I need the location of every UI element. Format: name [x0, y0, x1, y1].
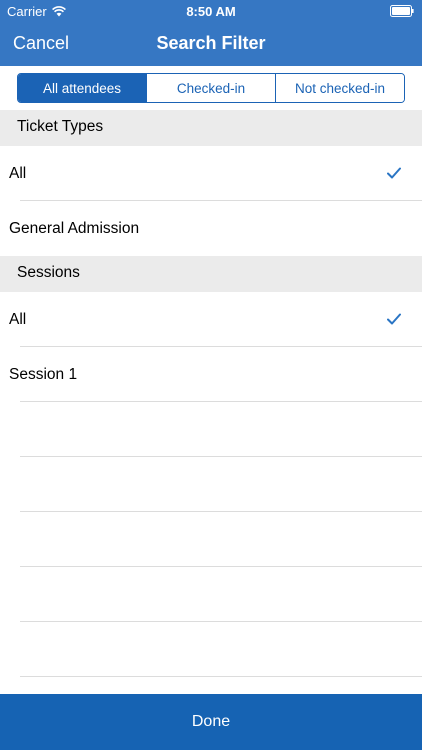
header: Carrier 8:50 AM Cancel Search Filter — [0, 0, 422, 66]
session-row-all[interactable]: All — [0, 292, 422, 347]
row-separator — [20, 566, 422, 567]
segment-checked-in[interactable]: Checked-in — [146, 74, 275, 102]
session-label: Session 1 — [9, 366, 78, 383]
ticket-type-row-all[interactable]: All — [0, 146, 422, 201]
session-row-session-1[interactable]: Session 1 — [0, 347, 422, 402]
ticket-type-label: General Admission — [9, 220, 140, 237]
ticket-type-row-general-admission[interactable]: General Admission — [0, 201, 422, 256]
checkmark-icon — [387, 167, 401, 179]
battery-icon — [390, 5, 414, 17]
section-header-sessions: Sessions — [0, 256, 422, 292]
carrier-label: Carrier — [7, 4, 47, 19]
carrier-indicator: Carrier — [7, 4, 66, 19]
row-separator — [20, 511, 422, 512]
row-separator — [20, 456, 422, 457]
session-label: All — [9, 311, 27, 328]
segment-all-attendees[interactable]: All attendees — [18, 74, 146, 102]
attendee-filter-area: All attendees Checked-in Not checked-in — [0, 66, 422, 110]
row-separator — [20, 621, 422, 622]
status-bar: Carrier 8:50 AM — [0, 0, 422, 22]
wifi-icon — [51, 6, 66, 17]
attendee-segmented-control: All attendees Checked-in Not checked-in — [17, 73, 405, 103]
row-separator — [20, 401, 422, 402]
nav-bar: Cancel Search Filter — [0, 22, 422, 66]
row-separator — [20, 676, 422, 677]
ticket-type-label: All — [9, 165, 27, 182]
done-label: Done — [191, 713, 231, 730]
checkmark-icon — [387, 313, 401, 325]
segment-not-checked-in[interactable]: Not checked-in — [275, 74, 404, 102]
search-filter-screen: Carrier 8:50 AM Cancel Search Filter All… — [0, 0, 422, 750]
cancel-button[interactable]: Cancel — [13, 33, 69, 54]
section-header-ticket-types: Ticket Types — [0, 110, 422, 146]
done-button[interactable]: Done — [0, 694, 422, 750]
